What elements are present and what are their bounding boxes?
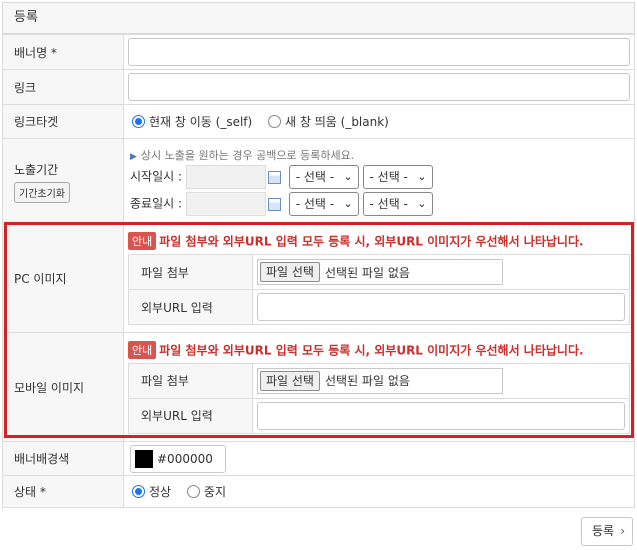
start-minute-select[interactable]: - 선택 - ⌄ bbox=[362, 165, 433, 189]
pc-notice-text: 파일 첨부와 외부URL 입력 모두 등록 시, 외부URL 이미지가 우선해서… bbox=[159, 234, 584, 249]
banner-name-input[interactable] bbox=[128, 38, 630, 66]
section-title: 등록 bbox=[2, 2, 635, 34]
bg-color-label: 배너배경색 bbox=[2, 441, 124, 476]
exposure-hint: 상시 노출을 원하는 경우 공백으로 등록하세요. bbox=[140, 149, 355, 162]
mobile-notice-tag: 안내 bbox=[128, 340, 157, 359]
banner-form: 배너명 * 링크 링크타겟 현재 창 이동 (_self) 새 창 띄움 (_b… bbox=[2, 34, 635, 508]
calendar-icon[interactable] bbox=[267, 197, 281, 211]
mobile-file-status: 선택된 파일 없음 bbox=[324, 374, 410, 388]
color-swatch bbox=[135, 449, 153, 468]
triangle-icon: ▶ bbox=[130, 152, 137, 162]
chevron-down-icon: ⌄ bbox=[417, 170, 427, 183]
link-target-self-label: 현재 창 이동 (_self) bbox=[149, 115, 253, 129]
submit-button[interactable]: 등록 › bbox=[581, 517, 633, 546]
pc-file-status: 선택된 파일 없음 bbox=[324, 265, 410, 280]
reset-period-button[interactable]: 기간초기화 bbox=[14, 181, 70, 203]
bg-color-value: #000000 bbox=[157, 451, 213, 466]
start-hour-select[interactable]: - 선택 - ⌄ bbox=[288, 165, 359, 189]
mobile-url-input[interactable] bbox=[257, 401, 625, 430]
link-target-blank-label: 새 창 띄움 (_blank) bbox=[285, 115, 389, 129]
mobile-url-label: 외부URL 입력 bbox=[128, 397, 253, 434]
pc-file-choose-button[interactable]: 파일 선택 bbox=[260, 262, 320, 282]
mobile-file-choose-button[interactable]: 파일 선택 bbox=[260, 370, 320, 391]
pc-file-input[interactable]: 파일 선택 선택된 파일 없음 bbox=[257, 259, 503, 285]
chevron-down-icon: ⌄ bbox=[417, 197, 427, 210]
chevron-down-icon: ⌄ bbox=[343, 170, 353, 183]
chevron-right-icon: › bbox=[620, 524, 625, 538]
link-target-blank-radio[interactable] bbox=[268, 115, 282, 128]
submit-label: 등록 bbox=[592, 524, 615, 538]
pc-url-input[interactable] bbox=[257, 293, 625, 321]
end-minute-select[interactable]: - 선택 - ⌄ bbox=[362, 192, 433, 216]
mobile-file-label: 파일 첨부 bbox=[128, 362, 253, 399]
pc-file-label: 파일 첨부 bbox=[128, 254, 253, 290]
status-stopped-label: 중지 bbox=[203, 485, 227, 499]
end-date-label: 종료일시 : bbox=[130, 196, 183, 211]
status-active-label: 정상 bbox=[149, 485, 172, 499]
start-date-input[interactable] bbox=[185, 165, 266, 189]
link-target-label: 링크타겟 bbox=[2, 104, 124, 139]
link-label: 링크 bbox=[2, 69, 124, 105]
pc-url-label: 외부URL 입력 bbox=[128, 289, 253, 325]
status-active-radio[interactable] bbox=[132, 485, 145, 498]
status-label: 상태 * bbox=[2, 475, 124, 508]
link-input[interactable] bbox=[128, 73, 630, 101]
mobile-image-label: 모바일 이미지 bbox=[2, 332, 124, 442]
chevron-down-icon: ⌄ bbox=[343, 197, 353, 210]
end-date-input[interactable] bbox=[185, 192, 266, 216]
bg-color-picker[interactable]: #000000 bbox=[130, 444, 226, 473]
start-date-label: 시작일시 : bbox=[130, 169, 183, 184]
mobile-notice-text: 파일 첨부와 외부URL 입력 모두 등록 시, 외부URL 이미지가 우선해서… bbox=[159, 343, 584, 357]
banner-name-label: 배너명 * bbox=[2, 34, 124, 70]
exposure-label: 노출기간 bbox=[14, 162, 59, 177]
status-stopped-radio[interactable] bbox=[186, 485, 200, 498]
pc-image-label: PC 이미지 bbox=[2, 224, 124, 333]
pc-notice-tag: 안내 bbox=[128, 232, 157, 250]
calendar-icon[interactable] bbox=[267, 170, 281, 184]
link-target-self-radio[interactable] bbox=[132, 115, 145, 128]
end-hour-select[interactable]: - 선택 - ⌄ bbox=[288, 192, 359, 216]
mobile-file-input[interactable]: 파일 선택 선택된 파일 없음 bbox=[257, 367, 503, 394]
